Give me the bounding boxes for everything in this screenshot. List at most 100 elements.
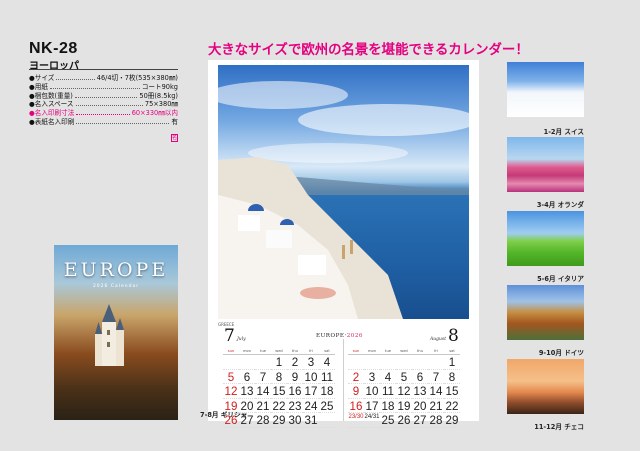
thumbnail-caption: 5-6月 イタリア [537, 275, 584, 283]
day-cell: 14 [255, 385, 271, 399]
weekday-label: fri [434, 349, 438, 353]
day-cell: 15 [271, 385, 287, 399]
day-cell: 5 [396, 370, 412, 384]
month-grid-august: sun mon tue wed thu fri sat 1 2 3 4 5 6 7 8 9 10 11 12 13 1… [348, 348, 460, 428]
main-caption: 7-8月 ギリシャ [200, 411, 248, 419]
day-cell: 9 [348, 384, 364, 399]
day-cell: 2 [287, 355, 303, 370]
day-cell [239, 355, 255, 370]
spec-label: ●サイズ [29, 74, 55, 82]
day-cell: 30 [287, 414, 303, 428]
thumbnail-switzerland [507, 62, 584, 117]
day-cell [255, 355, 271, 370]
day-cell: 10 [364, 385, 380, 399]
name-print-mark-icon: 名 [171, 134, 178, 142]
day-cell: 14 [428, 385, 444, 399]
day-cell [348, 355, 364, 370]
spec-row: ●名入スペース 75×380㎜ [29, 100, 178, 109]
month-divider [343, 339, 344, 421]
spec-label: ●名入印刷寸法 [29, 109, 75, 118]
thumbnail-germany [507, 285, 584, 340]
weekday-label: sun [227, 349, 235, 353]
weekday-label: tue [385, 349, 391, 353]
greece-photo [218, 65, 469, 319]
day-cell: 13 [412, 385, 428, 399]
day-cell [428, 355, 444, 370]
spec-row: ●表紙名入印刷 有 [29, 118, 178, 127]
day-cell [319, 413, 335, 428]
headline: 大きなサイズで欧州の名景を堪能できるカレンダー！ [208, 43, 529, 58]
spec-label: ●表紙名入印刷 [29, 117, 75, 126]
day-cell: 29 [271, 414, 287, 428]
weekday-label: thu [417, 349, 423, 353]
spec-value: 60×330㎜以内 [131, 109, 178, 118]
day-cell: 16 [287, 385, 303, 399]
weekday-header: sun mon tue wed thu fri sat [223, 348, 335, 355]
weekday-label: tue [260, 349, 266, 353]
day-cell: 1 [444, 355, 460, 370]
day-cell: 26 [396, 414, 412, 428]
day-cell: 16 [348, 399, 364, 413]
spec-row: ●用紙 コート90kg [29, 83, 178, 92]
spec-value: コート90kg [141, 82, 178, 91]
thumbnail-italy [507, 211, 584, 266]
weekday-label: wed [400, 349, 408, 353]
day-cell [364, 355, 380, 370]
day-cell: 12 [223, 385, 239, 399]
thumbnail-caption: 11-12月 チェコ [534, 423, 584, 431]
day-cell: 17 [364, 399, 380, 413]
thumbnail-caption: 9-10月 ドイツ [538, 349, 584, 357]
divider [29, 69, 178, 70]
brand-text: EUROPE [316, 333, 345, 339]
spec-leader [76, 110, 130, 116]
day-grid: 1 2 3 4 5 6 7 8 9 10 11 12 13 14 15 16 17 18 19 20 21 22 23/30… [348, 355, 460, 428]
weekday-label: sat [449, 349, 455, 353]
day-cell: 18 [319, 385, 335, 399]
weekday-label: thu [292, 349, 298, 353]
thumbnail-caption: 1-2月 スイス [543, 128, 584, 136]
month-name-right: August [430, 337, 447, 342]
day-cell: 21 [255, 399, 271, 413]
day-cell [396, 355, 412, 370]
day-cell: 23 [287, 399, 303, 413]
castle-icon [95, 304, 124, 366]
day-cell: 17 [303, 385, 319, 399]
day-cell: 22 [444, 399, 460, 413]
day-cell: 1 [271, 355, 287, 370]
day-cell: 6 [239, 370, 255, 384]
spec-leader [74, 93, 138, 98]
day-cell: 18 [380, 399, 396, 413]
day-cell [223, 355, 239, 370]
weekday-label: fri [309, 349, 313, 353]
day-cell: 4 [380, 370, 396, 384]
spec-row: ●名入印刷寸法 60×330㎜以内 [29, 109, 178, 118]
spec-leader [76, 119, 170, 124]
day-cell: 29 [444, 414, 460, 428]
weekday-label: mon [243, 349, 251, 353]
day-cell: 23/30 [348, 413, 364, 428]
day-cell: 6 [412, 370, 428, 384]
day-cell: 28 [428, 414, 444, 428]
spec-label: ●用紙 [29, 82, 48, 91]
day-cell: 2 [348, 370, 364, 384]
day-cell: 8 [444, 370, 460, 384]
day-cell: 11 [380, 385, 396, 399]
spec-value: 46/4切・7枚(535×380㎜) [96, 74, 178, 82]
month-number-right: 8 [448, 326, 459, 346]
day-cell [412, 355, 428, 370]
calendar-brand: EUROPE·2026 [316, 333, 363, 339]
thumbnail-czech [507, 359, 584, 414]
month-number-left: 7 [224, 326, 235, 346]
spec-value: 有 [171, 117, 178, 126]
day-cell: 21 [428, 399, 444, 413]
spec-leader [75, 101, 143, 107]
day-cell: 7 [255, 370, 271, 384]
spec-leader [49, 84, 140, 89]
day-cell: 10 [303, 370, 319, 384]
weekday-label: sat [324, 349, 330, 353]
thumbnail-netherlands [507, 137, 584, 192]
cover-title: EUROPE [63, 259, 169, 281]
spec-leader [56, 75, 95, 80]
brand-year: 2026 [346, 333, 363, 339]
weekday-label: wed [275, 349, 283, 353]
